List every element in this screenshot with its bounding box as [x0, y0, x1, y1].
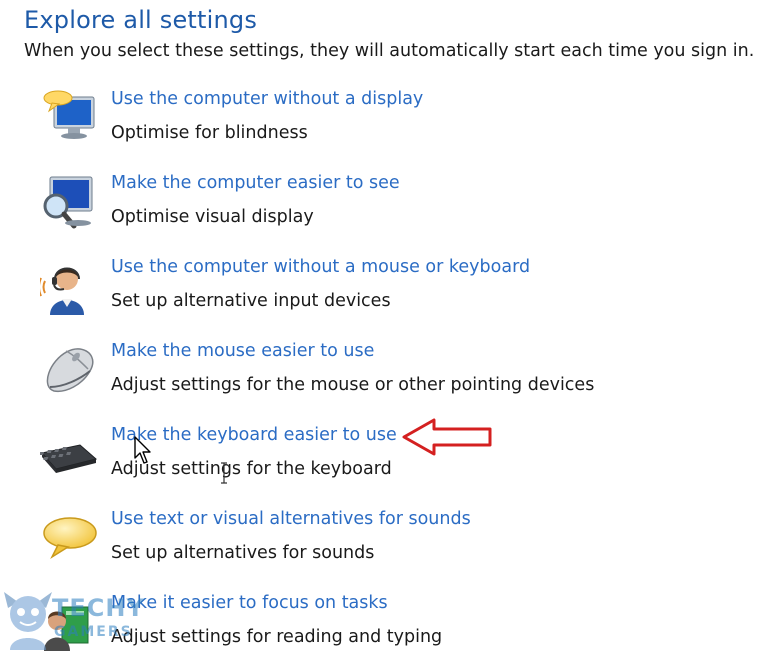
- setting-item-input-devices: Use the computer without a mouse or keyb…: [40, 257, 740, 327]
- sounds-settings-link[interactable]: Use text or visual alternatives for soun…: [111, 509, 471, 529]
- magnifier-monitor-icon: [40, 173, 100, 233]
- page-description: When you select these settings, they wil…: [24, 41, 755, 61]
- setting-item-see: Make the computer easier to see Optimise…: [40, 173, 740, 243]
- keyboard-icon: [40, 425, 100, 485]
- mouse-settings-description: Adjust settings for the mouse or other p…: [111, 375, 595, 395]
- input-devices-link[interactable]: Use the computer without a mouse or keyb…: [111, 257, 530, 277]
- mouse-icon: [40, 341, 100, 401]
- sounds-settings-description: Set up alternatives for sounds: [111, 543, 375, 563]
- watermark-text-top: TECHY: [52, 594, 145, 622]
- setting-item-sounds: Use text or visual alternatives for soun…: [40, 509, 740, 579]
- see-settings-link[interactable]: Make the computer easier to see: [111, 173, 400, 193]
- setting-item-display: Use the computer without a display Optim…: [40, 89, 740, 159]
- setting-item-mouse: Make the mouse easier to use Adjust sett…: [40, 341, 740, 411]
- watermark-mascot-icon: [4, 592, 52, 650]
- speech-bubble-icon: [40, 509, 100, 569]
- watermark-logo: TECHY GAMERS: [2, 590, 170, 652]
- display-settings-link[interactable]: Use the computer without a display: [111, 89, 423, 109]
- person-headset-icon: [40, 257, 100, 317]
- watermark-text-bottom: GAMERS: [54, 624, 133, 640]
- input-devices-description: Set up alternative input devices: [111, 291, 391, 311]
- page-title: Explore all settings: [24, 6, 258, 34]
- mouse-pointer-icon: [134, 436, 151, 464]
- annotation-arrow-icon: [402, 418, 492, 456]
- see-settings-description: Optimise visual display: [111, 207, 314, 227]
- mouse-settings-link[interactable]: Make the mouse easier to use: [111, 341, 374, 361]
- display-settings-description: Optimise for blindness: [111, 123, 308, 143]
- monitor-speech-icon: [40, 89, 100, 149]
- text-cursor-icon: [221, 462, 227, 484]
